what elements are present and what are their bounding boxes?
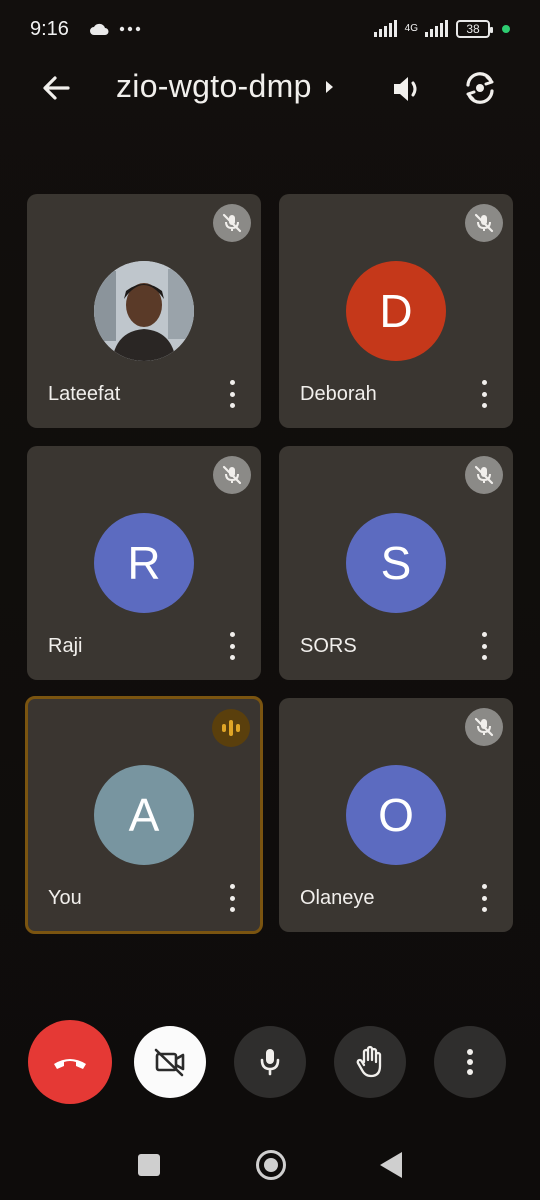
status-right: 4G 38	[373, 20, 510, 38]
camera-toggle-button[interactable]	[134, 1026, 206, 1098]
participant-tile-sors[interactable]: S SORS	[279, 446, 513, 680]
signal-icon	[373, 20, 397, 37]
back-arrow-icon[interactable]	[38, 70, 74, 106]
phone-hangup-icon	[54, 1059, 86, 1069]
participant-tile-raji[interactable]: R Raji	[27, 446, 261, 680]
meeting-code: zio-wgto-dmp	[116, 68, 312, 104]
cloud-icon	[89, 23, 109, 35]
privacy-indicator-dot	[502, 25, 510, 33]
participant-avatar: R	[94, 513, 194, 613]
status-time: 9:16	[30, 17, 69, 40]
mic-off-icon	[213, 204, 251, 242]
mic-off-icon	[465, 456, 503, 494]
more-vert-icon[interactable]	[479, 380, 489, 408]
end-call-button[interactable]	[28, 1020, 112, 1104]
meet-call-screen: 9:16 4G 38 zio-wgto-dmp Lateefat D Debor…	[0, 0, 540, 1200]
more-vert-icon[interactable]	[479, 632, 489, 660]
participant-name: Raji	[48, 635, 83, 657]
system-nav-bar	[0, 1140, 540, 1190]
meeting-title-button[interactable]: zio-wgto-dmp	[116, 68, 334, 105]
battery-icon: 38	[456, 20, 493, 38]
call-controls	[0, 1020, 540, 1106]
status-left: 9:16	[30, 18, 141, 41]
speaking-indicator-icon	[212, 709, 250, 747]
participant-name: Olaneye	[300, 887, 375, 909]
participant-name: You	[48, 887, 82, 909]
participant-avatar: S	[346, 513, 446, 613]
speaker-icon[interactable]	[388, 70, 426, 108]
back-button[interactable]	[380, 1152, 402, 1178]
participant-tile-deborah[interactable]: D Deborah	[279, 194, 513, 428]
more-notifications-icon	[119, 26, 141, 32]
more-options-button[interactable]	[434, 1026, 506, 1098]
signal-icon-2	[425, 20, 448, 37]
more-vert-icon[interactable]	[227, 884, 237, 912]
mic-off-icon	[465, 204, 503, 242]
mic-icon	[260, 1049, 280, 1076]
raise-hand-icon	[356, 1045, 382, 1078]
participant-name: SORS	[300, 635, 357, 657]
participant-tile-lateefat[interactable]: Lateefat	[27, 194, 261, 428]
raise-hand-button[interactable]	[334, 1026, 406, 1098]
more-vert-icon[interactable]	[227, 632, 237, 660]
more-vert-icon[interactable]	[227, 380, 237, 408]
participant-avatar: D	[346, 261, 446, 361]
battery-level: 38	[466, 22, 480, 36]
more-vert-icon[interactable]	[479, 884, 489, 912]
switch-camera-icon[interactable]	[460, 68, 500, 108]
more-vert-icon	[467, 1049, 473, 1075]
participant-name: Deborah	[300, 383, 377, 405]
participant-photo	[94, 261, 194, 361]
recents-button[interactable]	[138, 1154, 160, 1176]
chevron-right-icon	[325, 80, 333, 93]
mic-off-icon	[465, 708, 503, 746]
network-type-label: 4G	[404, 23, 418, 34]
participant-name: Lateefat	[48, 383, 121, 405]
status-bar: 9:16 4G 38	[0, 0, 540, 58]
microphone-button[interactable]	[234, 1026, 306, 1098]
camera-off-icon	[154, 1048, 185, 1077]
participant-tile-olaneye[interactable]: O Olaneye	[279, 698, 513, 932]
home-button[interactable]	[256, 1150, 286, 1180]
participant-avatar: O	[346, 765, 446, 865]
participant-avatar: A	[94, 765, 194, 865]
mic-off-icon	[213, 456, 251, 494]
call-top-bar: zio-wgto-dmp	[0, 58, 540, 118]
participant-tile-you[interactable]: A You	[25, 696, 263, 934]
